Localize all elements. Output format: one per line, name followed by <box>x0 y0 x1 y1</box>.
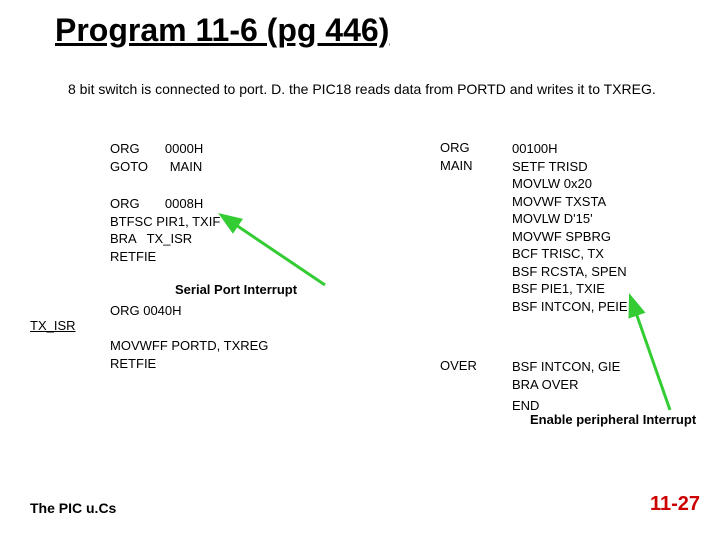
tx-isr-label: TX_ISR <box>30 318 76 333</box>
org-right-label: ORG <box>440 140 470 155</box>
code-block-over-loop: BSF INTCON, GIE BRA OVER <box>512 358 620 393</box>
main-right-label: MAIN <box>440 158 473 173</box>
footer-left: The PIC u.Cs <box>30 500 116 516</box>
slide-title: Program 11-6 (pg 446) <box>55 12 389 49</box>
code-block-isr-vector: ORG 0008H BTFSC PIR1, TXIF BRA TX_ISR RE… <box>110 195 220 265</box>
end-label: END <box>512 398 539 413</box>
code-block-tx-isr: ORG 0040H MOVWFF PORTD, TXREG RETFIE <box>110 302 268 372</box>
arrow-icon <box>625 300 705 420</box>
footer-right-page: 11-27 <box>650 493 700 516</box>
slide-description: 8 bit switch is connected to port. D. th… <box>68 80 658 98</box>
code-block-reset-vector: ORG 0000H GOTO MAIN <box>110 140 203 175</box>
code-block-main: 00100H SETF TRISD MOVLW 0x20 MOVWF TXSTA… <box>512 140 628 315</box>
over-label: OVER <box>440 358 477 373</box>
arrow-icon <box>225 215 345 295</box>
